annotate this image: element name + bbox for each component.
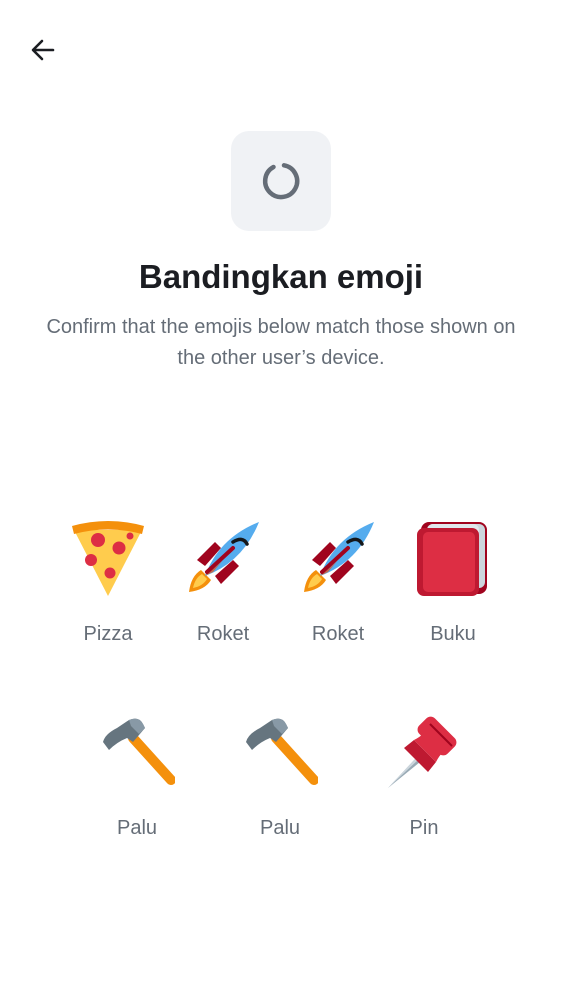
hammer-icon	[103, 718, 175, 785]
rocket-icon	[304, 522, 374, 592]
emoji-label: Roket	[311, 623, 365, 645]
emoji-label: Pizza	[83, 623, 133, 645]
emoji-label: Palu	[259, 817, 301, 839]
emoji-item-hammer: Palu	[82, 714, 192, 840]
emoji-label: Buku	[430, 623, 476, 645]
verification-status-box	[231, 131, 331, 231]
emoji-item-rocket: Roket	[168, 520, 278, 646]
emoji-item-pin: Pin	[369, 714, 479, 840]
pin-icon	[388, 716, 457, 788]
emoji-item-pizza: Pizza	[53, 520, 163, 646]
arrow-left-icon	[31, 39, 55, 61]
book-icon	[417, 522, 487, 596]
pizza-icon	[72, 521, 144, 596]
hammer-icon	[246, 718, 318, 785]
emoji-item-hammer: Palu	[225, 714, 335, 840]
page-title: Bandingkan emoji	[138, 258, 424, 295]
emoji-item-book: Buku	[398, 520, 508, 646]
page-description: Confirm that the emojis below match thos…	[46, 316, 516, 369]
emoji-label: Palu	[116, 817, 158, 839]
emoji-item-rocket: Roket	[283, 520, 393, 646]
back-button[interactable]	[22, 30, 64, 70]
emoji-label: Roket	[196, 623, 250, 645]
spinner-icon	[262, 163, 300, 200]
emoji-label: Pin	[409, 817, 439, 839]
rocket-icon	[189, 522, 259, 592]
